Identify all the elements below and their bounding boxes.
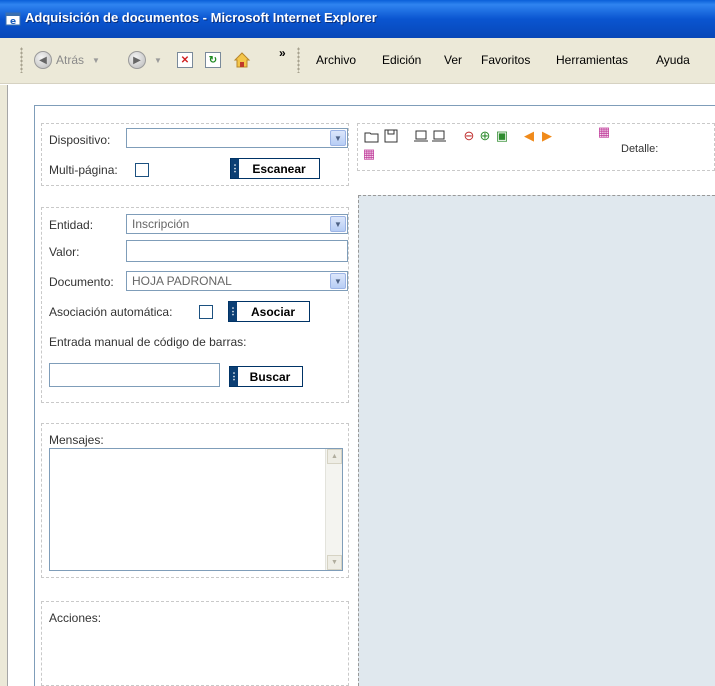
back-button[interactable]: ◀ Atrás ▼	[34, 50, 100, 70]
scan-button[interactable]: ⋮ Escanear	[230, 158, 320, 179]
messages-label: Mensajes:	[49, 433, 104, 447]
auto-association-checkbox[interactable]	[199, 305, 213, 319]
svg-text:e: e	[10, 17, 16, 27]
actions-label: Acciones:	[49, 611, 102, 625]
fit-image-icon[interactable]: ▣	[494, 128, 510, 144]
scroll-down-icon[interactable]: ▼	[327, 555, 342, 570]
zoom-out-icon[interactable]: ⊖	[461, 128, 477, 144]
next-arrow-icon[interactable]: ▶	[539, 128, 555, 144]
chevron-down-icon: ▼	[330, 273, 346, 289]
zoom-in-icon[interactable]: ⊕	[477, 128, 493, 144]
calendar-add-icon[interactable]: ▦	[361, 146, 377, 162]
forward-button[interactable]: ▶ ▼	[128, 50, 162, 70]
messages-textarea[interactable]: ▲ ▼	[49, 448, 343, 571]
print-icon[interactable]	[413, 128, 429, 144]
browser-frame-edge	[0, 85, 8, 686]
forward-arrow-icon: ▶	[128, 51, 146, 69]
scan-panel: Dispositivo: ▼ Multi-página: ⋮ Escanear	[41, 123, 349, 186]
refresh-button[interactable]: ↻	[205, 50, 221, 70]
menu-edicion[interactable]: Edición	[382, 53, 421, 67]
back-label: Atrás	[56, 53, 85, 67]
value-input[interactable]	[126, 240, 348, 262]
home-icon	[233, 52, 251, 68]
stop-icon: ✕	[177, 52, 193, 68]
toolbar-grip[interactable]	[297, 47, 300, 73]
search-button[interactable]: ⋮ Buscar	[229, 366, 303, 387]
menu-herramientas[interactable]: Herramientas	[556, 53, 628, 67]
document-label: Documento:	[49, 275, 114, 289]
stop-button[interactable]: ✕	[177, 50, 193, 70]
more-tools-chevron-icon[interactable]: »	[279, 46, 286, 60]
multipage-label: Multi-página:	[49, 163, 118, 177]
back-arrow-icon: ◀	[34, 51, 52, 69]
entity-label: Entidad:	[49, 218, 94, 232]
browser-toolbar: ◀ Atrás ▼ ▶ ▼ ✕ ↻ » Archivo Edición Ver …	[0, 38, 715, 84]
previous-arrow-icon[interactable]: ◀	[521, 128, 537, 144]
associate-button[interactable]: ⋮ Asociar	[228, 301, 310, 322]
actions-panel: Acciones:	[41, 601, 349, 686]
chevron-down-icon: ▼	[330, 216, 346, 232]
chevron-down-icon: ▼	[154, 55, 162, 65]
button-marker-icon: ⋮	[229, 302, 238, 321]
device-select[interactable]: ▼	[126, 128, 348, 148]
save-icon[interactable]	[383, 128, 399, 144]
internet-explorer-icon: e	[5, 12, 21, 27]
menu-ayuda[interactable]: Ayuda	[656, 53, 690, 67]
menu-favoritos[interactable]: Favoritos	[481, 53, 530, 67]
toolbar-grip[interactable]	[20, 47, 23, 73]
calendar-delete-icon[interactable]: ▦	[596, 124, 612, 140]
association-panel: Entidad: Inscripción ▼ Valor: Documento:…	[41, 207, 349, 403]
barcode-label: Entrada manual de código de barras:	[49, 335, 247, 349]
chevron-down-icon: ▼	[92, 55, 100, 65]
messages-panel: Mensajes: ▲ ▼	[41, 423, 349, 578]
home-button[interactable]	[233, 50, 251, 70]
button-marker-icon: ⋮	[230, 367, 239, 386]
image-tools-bar: ⊖ ⊕ ▣ ◀ ▶ ▦ ▦ Detalle:	[357, 123, 715, 171]
multipage-checkbox[interactable]	[135, 163, 149, 177]
messages-scrollbar[interactable]: ▲ ▼	[325, 449, 342, 570]
chevron-down-icon: ▼	[330, 130, 346, 146]
scroll-up-icon[interactable]: ▲	[327, 449, 342, 464]
menu-ver[interactable]: Ver	[444, 53, 462, 67]
menu-archivo[interactable]: Archivo	[316, 53, 356, 67]
window-title: Adquisición de documentos - Microsoft In…	[25, 10, 377, 25]
window-titlebar[interactable]: e Adquisición de documentos - Microsoft …	[0, 0, 715, 38]
value-label: Valor:	[49, 245, 80, 259]
print-preview-icon[interactable]	[431, 128, 447, 144]
button-marker-icon: ⋮	[231, 159, 240, 178]
document-select[interactable]: HOJA PADRONAL ▼	[126, 271, 348, 291]
refresh-icon: ↻	[205, 52, 221, 68]
open-folder-icon[interactable]	[364, 128, 380, 144]
auto-association-label: Asociación automática:	[49, 305, 173, 319]
barcode-input[interactable]	[49, 363, 220, 387]
device-label: Dispositivo:	[49, 133, 111, 147]
entity-select[interactable]: Inscripción ▼	[126, 214, 348, 234]
image-viewer[interactable]	[358, 195, 715, 686]
detail-label: Detalle:	[621, 143, 659, 155]
